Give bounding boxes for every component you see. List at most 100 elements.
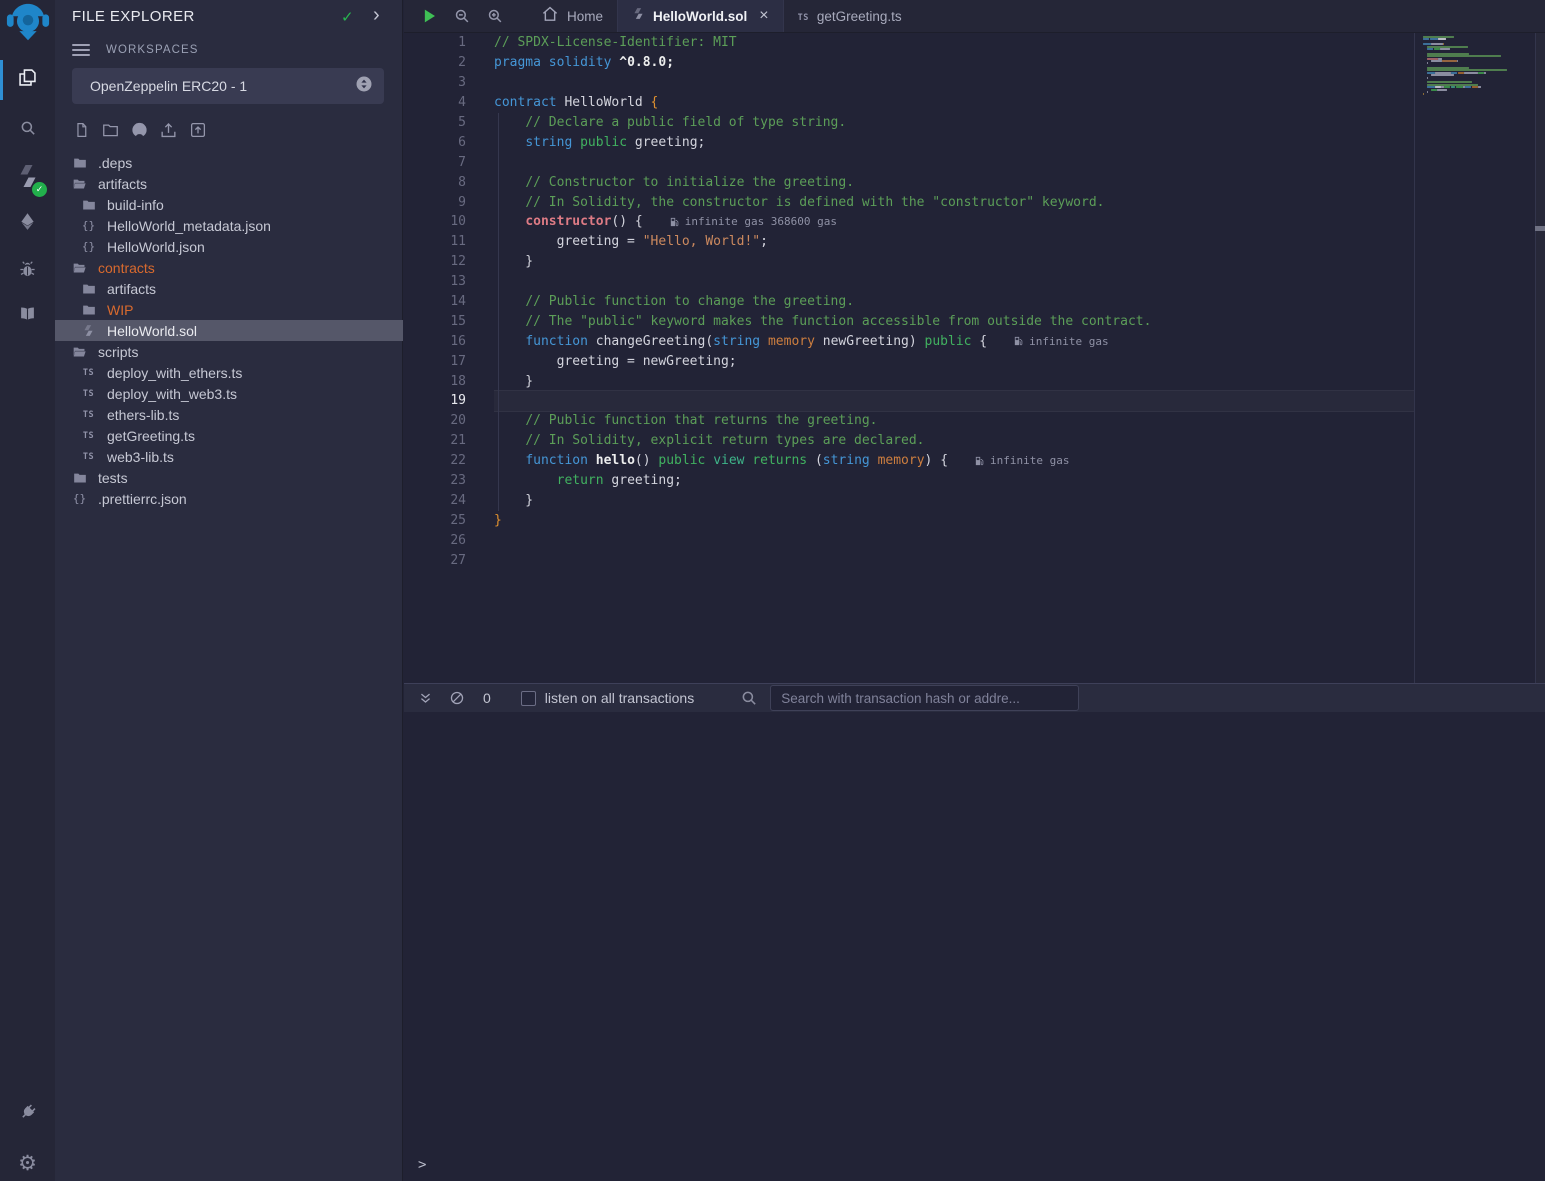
tree-item-contracts[interactable]: contracts: [55, 257, 403, 278]
tree-item-build-info[interactable]: build-info: [55, 194, 403, 215]
line-content: // Public function that returns the gree…: [494, 411, 1415, 431]
sidebar-item-solidity-compiler[interactable]: ✓: [0, 155, 55, 199]
code-line-7[interactable]: 7: [404, 152, 1545, 172]
sidebar-item-plugin-manager[interactable]: [0, 1092, 55, 1136]
tree-item-deps[interactable]: .deps: [55, 152, 403, 173]
code-line-8[interactable]: 8 // Constructor to initialize the greet…: [404, 172, 1545, 192]
code-line-27[interactable]: 27: [404, 550, 1545, 570]
zoom-in-button[interactable]: [478, 0, 511, 32]
tree-item-label: HelloWorld.json: [107, 239, 205, 255]
folder-closed-icon: [80, 282, 97, 296]
create-file-button[interactable]: [72, 120, 91, 140]
run-script-button[interactable]: [412, 0, 445, 32]
tab-label: HelloWorld.sol: [653, 9, 747, 24]
code-line-22[interactable]: 22 function hello() public view returns …: [404, 451, 1545, 471]
sidebar-item-deploy-run[interactable]: [0, 202, 55, 246]
code-line-2[interactable]: 2pragma solidity ^0.8.0;: [404, 53, 1545, 73]
code-line-17[interactable]: 17 greeting = newGreeting;: [404, 351, 1545, 371]
code-line-13[interactable]: 13: [404, 272, 1545, 292]
chevron-right-icon[interactable]: ›: [373, 4, 380, 27]
code-line-4[interactable]: 4contract HelloWorld {: [404, 93, 1545, 113]
code-line-3[interactable]: 3: [404, 73, 1545, 93]
tree-item-wip[interactable]: WIP: [55, 299, 403, 320]
terminal-output[interactable]: >: [404, 712, 1545, 1181]
line-number: 6: [404, 135, 494, 150]
code-line-15[interactable]: 15 // The "public" keyword makes the fun…: [404, 311, 1545, 331]
code-line-26[interactable]: 26: [404, 530, 1545, 550]
code-line-9[interactable]: 9 // In Solidity, the constructor is def…: [404, 192, 1545, 212]
publish-gist-button[interactable]: [159, 120, 178, 140]
listen-transactions-label: listen on all transactions: [545, 690, 694, 706]
tree-item-deploy-with-web3-ts[interactable]: TSdeploy_with_web3.ts: [55, 383, 403, 404]
tree-item-tests[interactable]: tests: [55, 467, 403, 488]
code-line-21[interactable]: 21 // In Solidity, explicit return types…: [404, 431, 1545, 451]
panel-title: FILE EXPLORER: [72, 8, 195, 25]
listen-transactions-checkbox[interactable]: [521, 691, 536, 706]
line-number: 5: [404, 115, 494, 130]
tree-item-ethers-lib-ts[interactable]: TSethers-lib.ts: [55, 404, 403, 425]
tree-item-artifacts[interactable]: artifacts: [55, 173, 403, 194]
tree-item-helloworld-json[interactable]: {}HelloWorld.json: [55, 236, 403, 257]
tree-item-artifacts[interactable]: artifacts: [55, 278, 403, 299]
tree-item-label: deploy_with_web3.ts: [107, 386, 237, 402]
code-line-6[interactable]: 6 string public greeting;: [404, 132, 1545, 152]
minimap[interactable]: [1414, 33, 1536, 683]
code-line-5[interactable]: 5 // Declare a public field of type stri…: [404, 113, 1545, 133]
bug-icon: [18, 260, 37, 284]
line-number: 7: [404, 155, 494, 170]
zoom-out-button[interactable]: [445, 0, 478, 32]
tree-item-getgreeting-ts[interactable]: TSgetGreeting.ts: [55, 425, 403, 446]
tree-item-label: web3-lib.ts: [107, 449, 174, 465]
file-tree: .depsartifactsbuild-info{}HelloWorld_met…: [55, 152, 403, 509]
code-line-24[interactable]: 24 }: [404, 490, 1545, 510]
code-line-10[interactable]: 10 constructor() {infinite gas 368600 ga…: [404, 212, 1545, 232]
code-line-19[interactable]: 19: [404, 391, 1545, 411]
code-line-12[interactable]: 12 }: [404, 252, 1545, 272]
transactions-count: 0: [483, 690, 491, 706]
line-content: [494, 530, 1415, 550]
code-line-23[interactable]: 23 return greeting;: [404, 471, 1545, 491]
tree-item-web3-lib-ts[interactable]: TSweb3-lib.ts: [55, 446, 403, 467]
toggle-terminal-icon[interactable]: [418, 691, 433, 706]
line-number: 1: [404, 35, 494, 50]
tree-item-deploy-with-ethers-ts[interactable]: TSdeploy_with_ethers.ts: [55, 362, 403, 383]
load-local-file-button[interactable]: [188, 120, 207, 140]
line-content: greeting = "Hello, World!";: [494, 232, 1415, 252]
close-tab-icon[interactable]: ×: [759, 7, 768, 25]
tree-item-helloworld-metadata-json[interactable]: {}HelloWorld_metadata.json: [55, 215, 403, 236]
tree-item-label: scripts: [98, 344, 138, 360]
sidebar-item-settings[interactable]: ⚙: [0, 1141, 55, 1181]
tree-item-prettierrc-json[interactable]: {}.prettierrc.json: [55, 488, 403, 509]
tree-item-scripts[interactable]: scripts: [55, 341, 403, 362]
sidebar-item-learneth[interactable]: [0, 294, 55, 338]
code-line-1[interactable]: 1// SPDX-License-Identifier: MIT: [404, 33, 1545, 53]
workspaces-menu-icon[interactable]: [72, 44, 90, 56]
code-line-11[interactable]: 11 greeting = "Hello, World!";: [404, 232, 1545, 252]
code-editor[interactable]: 1// SPDX-License-Identifier: MIT2pragma …: [404, 33, 1545, 683]
tab-home[interactable]: Home: [527, 0, 617, 32]
tab-helloworld-sol[interactable]: HelloWorld.sol ×: [617, 0, 784, 32]
tree-item-label: artifacts: [107, 281, 156, 297]
code-line-14[interactable]: 14 // Public function to change the gree…: [404, 292, 1545, 312]
tab-getgreeting-ts[interactable]: TSgetGreeting.ts: [784, 0, 916, 32]
line-number: 13: [404, 274, 494, 289]
tree-item-helloworld-sol[interactable]: HelloWorld.sol: [55, 320, 403, 341]
code-line-16[interactable]: 16 function changeGreeting(string memory…: [404, 331, 1545, 351]
code-line-20[interactable]: 20 // Public function that returns the g…: [404, 411, 1545, 431]
workspace-select[interactable]: OpenZeppelin ERC20 - 1: [72, 68, 384, 104]
line-number: 18: [404, 374, 494, 389]
workspace-name: OpenZeppelin ERC20 - 1: [90, 78, 356, 94]
code-line-18[interactable]: 18 }: [404, 371, 1545, 391]
sidebar-item-file-explorer[interactable]: [0, 58, 55, 102]
code-line-25[interactable]: 25}: [404, 510, 1545, 530]
search-icon: [19, 119, 37, 142]
tree-item-label: tests: [98, 470, 128, 486]
github-clone-button[interactable]: [130, 120, 149, 140]
clear-console-icon[interactable]: [449, 690, 465, 706]
line-content: // The "public" keyword makes the functi…: [494, 311, 1415, 331]
editor-scrollbar[interactable]: [1535, 33, 1545, 683]
sidebar-item-search[interactable]: [0, 108, 55, 152]
terminal-search-input[interactable]: [770, 685, 1079, 711]
sidebar-item-debugger[interactable]: [0, 250, 55, 294]
create-folder-button[interactable]: [101, 120, 120, 140]
